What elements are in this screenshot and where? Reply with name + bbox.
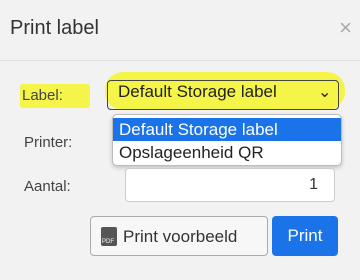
print-preview-label: Print voorbeeld — [123, 227, 238, 246]
dropdown-option-default-storage-label[interactable]: Default Storage label — [113, 118, 341, 141]
amount-caption: Aantal: — [24, 178, 71, 195]
printer-caption: Printer: — [24, 134, 73, 151]
label-caption: Label: — [22, 87, 63, 104]
pdf-icon — [101, 227, 117, 246]
dropdown-option-opslageenheid-qr[interactable]: Opslageenheid QR — [113, 141, 341, 164]
print-button[interactable]: Print — [272, 216, 338, 256]
print-label-dialog: Print label × Label: Default Storage lab… — [0, 0, 360, 280]
dialog-title: Print label — [10, 17, 99, 39]
dialog-title-bar: Print label × — [0, 0, 360, 61]
print-preview-button[interactable]: Print voorbeeld — [90, 216, 268, 256]
amount-input[interactable]: 1 — [125, 168, 335, 202]
print-button-label: Print — [287, 226, 323, 245]
chevron-down-icon[interactable]: ⌄ — [318, 82, 331, 102]
label-dropdown-list: Default Storage label Opslageenheid QR — [112, 114, 342, 166]
amount-input-value: 1 — [309, 176, 318, 193]
label-select-value: Default Storage label — [118, 82, 277, 101]
close-icon[interactable]: × — [339, 17, 352, 39]
